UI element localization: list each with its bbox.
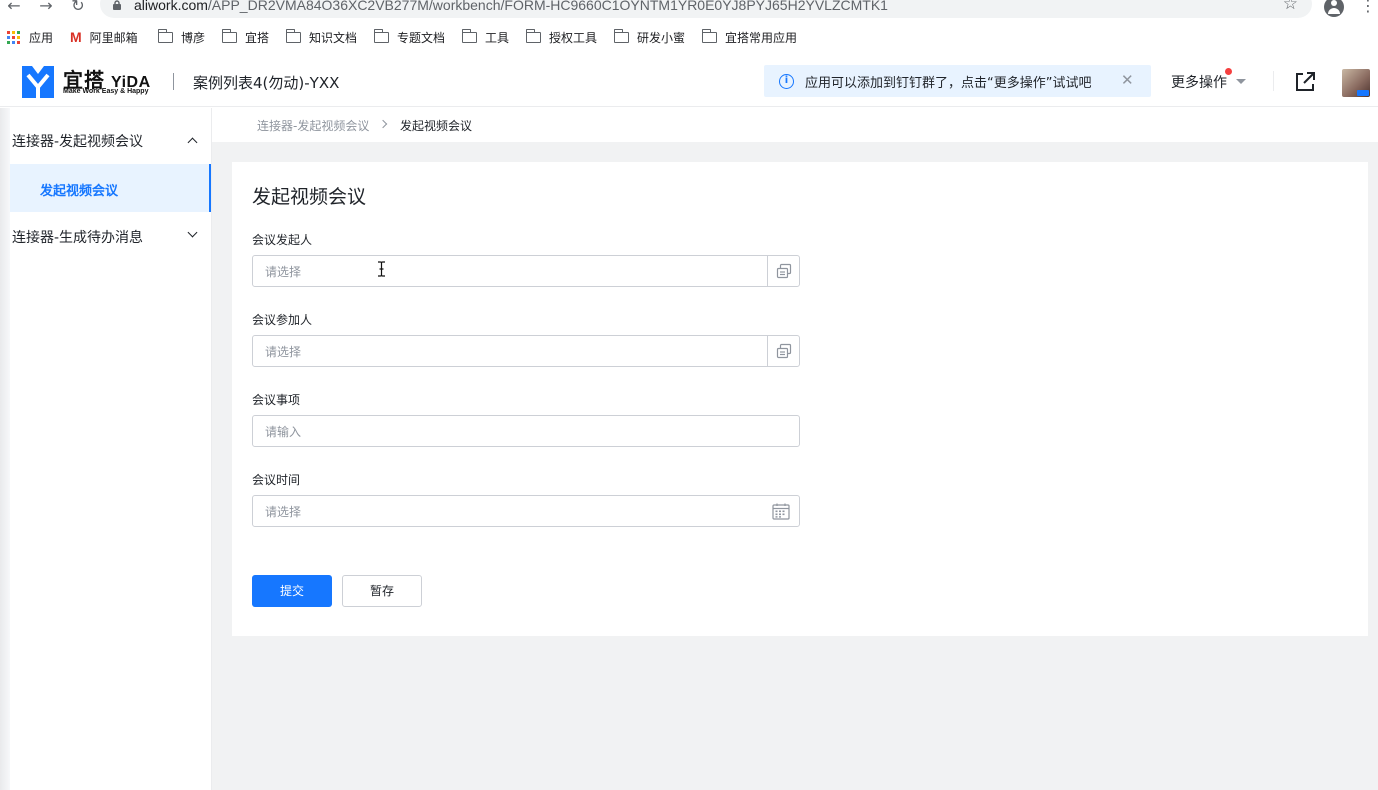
- main-content: 连接器-发起视频会议 发起视频会议 发起视频会议 会议发起人 请选择 会议参加人…: [212, 108, 1378, 790]
- header-divider: [173, 73, 174, 90]
- sidebar-group-video-meeting[interactable]: 连接器-发起视频会议: [0, 116, 211, 164]
- bookmark-folder[interactable]: 工具: [461, 28, 509, 46]
- avatar[interactable]: [1342, 69, 1370, 97]
- caret-down-icon[interactable]: [1236, 79, 1246, 84]
- bookmark-folder[interactable]: 授权工具: [525, 28, 597, 46]
- member-picker-icon: [776, 263, 792, 279]
- profile-icon[interactable]: [1324, 0, 1344, 17]
- bookmark-folder[interactable]: 宜搭: [221, 28, 269, 46]
- sidebar-group-todo-message[interactable]: 连接器-生成待办消息: [0, 212, 211, 260]
- submit-button[interactable]: 提交: [252, 575, 332, 607]
- bookmark-folder[interactable]: 知识文档: [285, 28, 357, 46]
- app-title[interactable]: 案例列表4(勿动)-YXX: [193, 72, 339, 93]
- sidebar-item-start-video-meeting[interactable]: 发起视频会议: [0, 164, 211, 212]
- chevron-up-icon: [187, 137, 198, 148]
- header-separator: [1273, 71, 1274, 91]
- folder-icon: [525, 28, 541, 43]
- member-picker-button[interactable]: [767, 336, 799, 366]
- kebab-menu-icon[interactable]: ⋮: [1360, 0, 1376, 15]
- app-header: 宜搭 YiDA Make Work Easy & Happy 案例列表4(勿动)-…: [0, 55, 1378, 107]
- bookmark-folder[interactable]: 专题文档: [373, 28, 445, 46]
- folder-icon: [285, 28, 301, 43]
- more-actions-button[interactable]: 更多操作: [1171, 72, 1227, 92]
- save-draft-button[interactable]: 暂存: [342, 575, 422, 607]
- bookmark-apps[interactable]: 应用: [7, 28, 53, 46]
- field-placeholder: 请选择: [265, 505, 302, 519]
- forward-icon[interactable]: →: [36, 0, 56, 16]
- sidebar-item-label: 发起视频会议: [40, 184, 119, 199]
- url-text: aliwork.com/APP_DR2VMA84O36XC2VB277M/wor…: [134, 0, 888, 13]
- bookmark-mail[interactable]: M 阿里邮箱: [70, 28, 138, 46]
- folder-icon: [221, 28, 237, 43]
- sidebar-group-label: 连接器-发起视频会议: [12, 134, 144, 150]
- breadcrumb-parent[interactable]: 连接器-发起视频会议: [257, 117, 369, 134]
- folder-icon: [157, 28, 173, 43]
- breadcrumb-current: 发起视频会议: [400, 119, 473, 133]
- subject-input[interactable]: 请输入: [252, 415, 800, 447]
- sidebar: 连接器-发起视频会议 发起视频会议 连接器-生成待办消息: [0, 108, 212, 790]
- text-cursor-icon: [378, 261, 385, 277]
- apps-grid-icon: [7, 30, 20, 44]
- field-placeholder: 请选择: [265, 265, 302, 279]
- folder-icon: [373, 28, 389, 43]
- sidebar-group-label: 连接器-生成待办消息: [12, 230, 144, 246]
- participants-select[interactable]: 请选择: [252, 335, 800, 367]
- back-icon[interactable]: ←: [4, 0, 24, 16]
- notice-text: 应用可以添加到钉钉群了，点击“更多操作”试试吧: [805, 76, 1092, 91]
- folder-icon: [461, 28, 477, 43]
- member-picker-button[interactable]: [767, 256, 799, 286]
- chevron-right-icon: [378, 119, 388, 129]
- address-bar[interactable]: aliwork.com/APP_DR2VMA84O36XC2VB277M/wor…: [100, 0, 1312, 18]
- info-icon: i: [779, 74, 794, 89]
- field-label-participants: 会议参加人: [252, 313, 313, 327]
- bookmark-folder[interactable]: 宜搭常用应用: [701, 28, 797, 46]
- left-edge-shadow: [0, 108, 10, 790]
- folder-icon: [701, 28, 717, 43]
- field-label-time: 会议时间: [252, 473, 301, 487]
- close-icon[interactable]: ✕: [1121, 71, 1134, 89]
- star-icon[interactable]: ☆: [1283, 0, 1298, 14]
- brand-tagline: Make Work Easy & Happy: [63, 88, 149, 95]
- bookmarks-bar: 应用 M 阿里邮箱 博彦 宜搭 知识文档 专题文档 工具 授权工具 研发小蜜 宜搭…: [0, 22, 1378, 52]
- form-title: 发起视频会议: [252, 186, 367, 208]
- chevron-down-icon: [187, 227, 198, 238]
- notice-banner: i 应用可以添加到钉钉群了，点击“更多操作”试试吧 ✕: [764, 65, 1151, 97]
- member-picker-icon: [776, 343, 792, 359]
- field-placeholder: 请选择: [265, 345, 302, 359]
- breadcrumb: 连接器-发起视频会议 发起视频会议: [212, 108, 1378, 142]
- bookmark-folder[interactable]: 研发小蜜: [613, 28, 685, 46]
- reload-icon[interactable]: ↻: [68, 0, 88, 16]
- form-card: 发起视频会议 会议发起人 请选择 会议参加人 请选择 会议事项 请输入 会议时间…: [232, 162, 1368, 636]
- yida-logo-icon[interactable]: [22, 66, 54, 98]
- lock-icon: [113, 0, 121, 10]
- bookmark-folder[interactable]: 博彦: [157, 28, 205, 46]
- calendar-icon[interactable]: [772, 503, 790, 520]
- gmail-icon: M: [70, 29, 82, 45]
- meeting-time-picker[interactable]: 请选择: [252, 495, 800, 527]
- field-label-initiator: 会议发起人: [252, 233, 313, 247]
- initiator-select[interactable]: 请选择: [252, 255, 800, 287]
- browser-toolbar: ← → ↻ aliwork.com/APP_DR2VMA84O36XC2VB27…: [0, 0, 1378, 22]
- folder-icon: [613, 28, 629, 43]
- field-label-subject: 会议事项: [252, 393, 301, 407]
- notification-dot: [1225, 68, 1232, 75]
- field-placeholder: 请输入: [265, 425, 302, 439]
- open-external-icon[interactable]: [1293, 70, 1317, 94]
